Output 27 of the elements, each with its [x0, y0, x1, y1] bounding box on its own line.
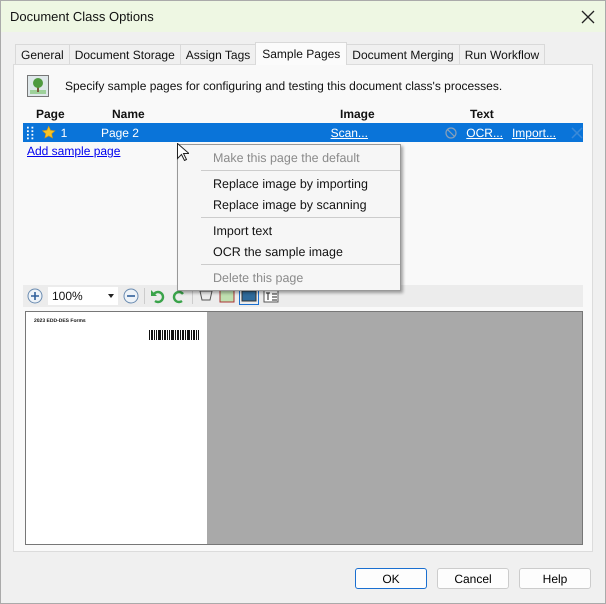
column-header: Text [470, 107, 494, 121]
tab[interactable]: Assign Tags [180, 44, 256, 64]
column-header: Name [112, 107, 146, 121]
table-cell-text: Page 2 [100, 126, 140, 140]
text-link[interactable]: OCR... [466, 126, 503, 140]
dialog-button[interactable]: OK [355, 568, 427, 589]
table-row[interactable]: 1 Page 2 Scan... OCR... Import... [23, 123, 583, 142]
column-header: Page [35, 107, 66, 121]
tab[interactable]: Document Storage [68, 44, 181, 64]
tab[interactable]: Sample Pages [255, 42, 348, 65]
menu-item[interactable]: Import text [178, 220, 400, 241]
menu-item[interactable]: Replace image by scanning [178, 194, 400, 215]
column-header: Image [340, 107, 376, 121]
tab[interactable]: General [15, 44, 70, 64]
text-link[interactable]: Import... [512, 126, 556, 140]
dialog-button[interactable]: Cancel [437, 568, 509, 589]
add-sample-page-link[interactable]: Add sample page [27, 144, 120, 158]
menu-item[interactable]: OCR the sample image [178, 241, 400, 262]
zoom-dropdown[interactable]: 100% [48, 287, 118, 305]
window-title: Document Class Options [10, 9, 154, 24]
menu-item[interactable]: Replace image by importing [178, 173, 400, 194]
tab[interactable]: Run Workflow [458, 44, 546, 64]
dialog-button[interactable]: Help [519, 568, 591, 589]
description-text: Specify sample pages for configuring and testing this document class's processes. [65, 79, 502, 93]
table-cell-text: 1 [60, 126, 68, 140]
scan-link[interactable]: Scan... [330, 126, 368, 140]
tab[interactable]: Document Merging [346, 44, 460, 64]
